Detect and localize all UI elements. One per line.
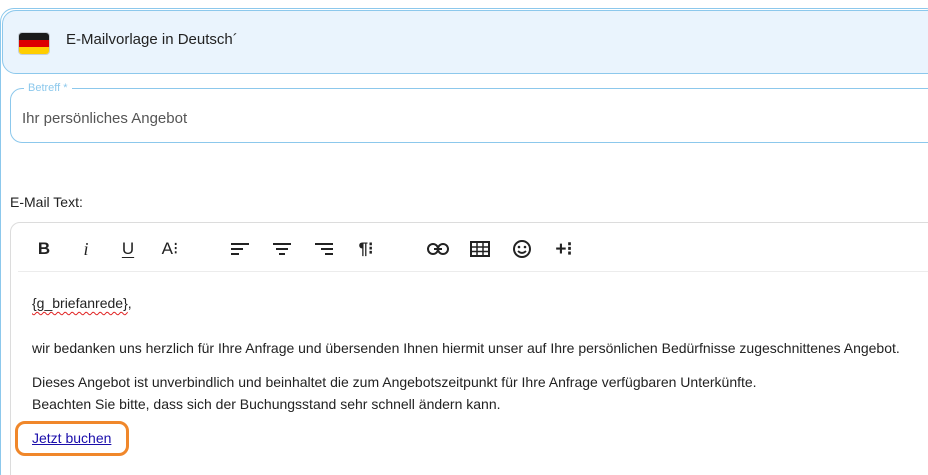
emoji-icon[interactable]: [508, 236, 536, 262]
bold-button[interactable]: B: [30, 236, 58, 262]
align-left-icon[interactable]: [226, 236, 254, 262]
subject-label: Betreff *: [24, 82, 72, 94]
paragraph-button[interactable]: ¶⁝: [352, 236, 380, 262]
body-paragraph-2-line-1: Dieses Angebot ist unverbindlich und bei…: [32, 374, 757, 390]
align-center-icon[interactable]: [268, 236, 296, 262]
salutation-variable: {g_briefanrede}: [32, 295, 128, 311]
italic-button[interactable]: i: [72, 236, 100, 262]
link-icon[interactable]: [424, 236, 452, 262]
german-flag-icon: [19, 33, 49, 54]
insert-more-button[interactable]: +⁝: [550, 236, 578, 262]
subject-input-value[interactable]: Ihr persönliches Angebot: [22, 110, 187, 127]
salutation-suffix: ,: [127, 295, 132, 311]
toolbar-divider: [18, 271, 928, 272]
editor-toolbar: B i U A⁝ ¶⁝ +⁝: [18, 228, 928, 270]
body-paragraph-2-line-2: Beachten Sie bitte, dass sich der Buchun…: [32, 396, 501, 412]
body-paragraph-1: wir bedanken uns herzlich für Ihre Anfra…: [32, 340, 900, 356]
font-size-button[interactable]: A⁝: [156, 236, 184, 262]
template-title: E-Mailvorlage in Deutsch´: [66, 31, 238, 48]
align-right-icon[interactable]: [310, 236, 338, 262]
underline-button[interactable]: U: [114, 236, 142, 262]
salutation-line: {g_briefanrede},: [32, 295, 132, 311]
table-icon[interactable]: [466, 236, 494, 262]
book-now-link[interactable]: Jetzt buchen: [32, 430, 111, 446]
email-text-label: E-Mail Text:: [10, 194, 83, 210]
